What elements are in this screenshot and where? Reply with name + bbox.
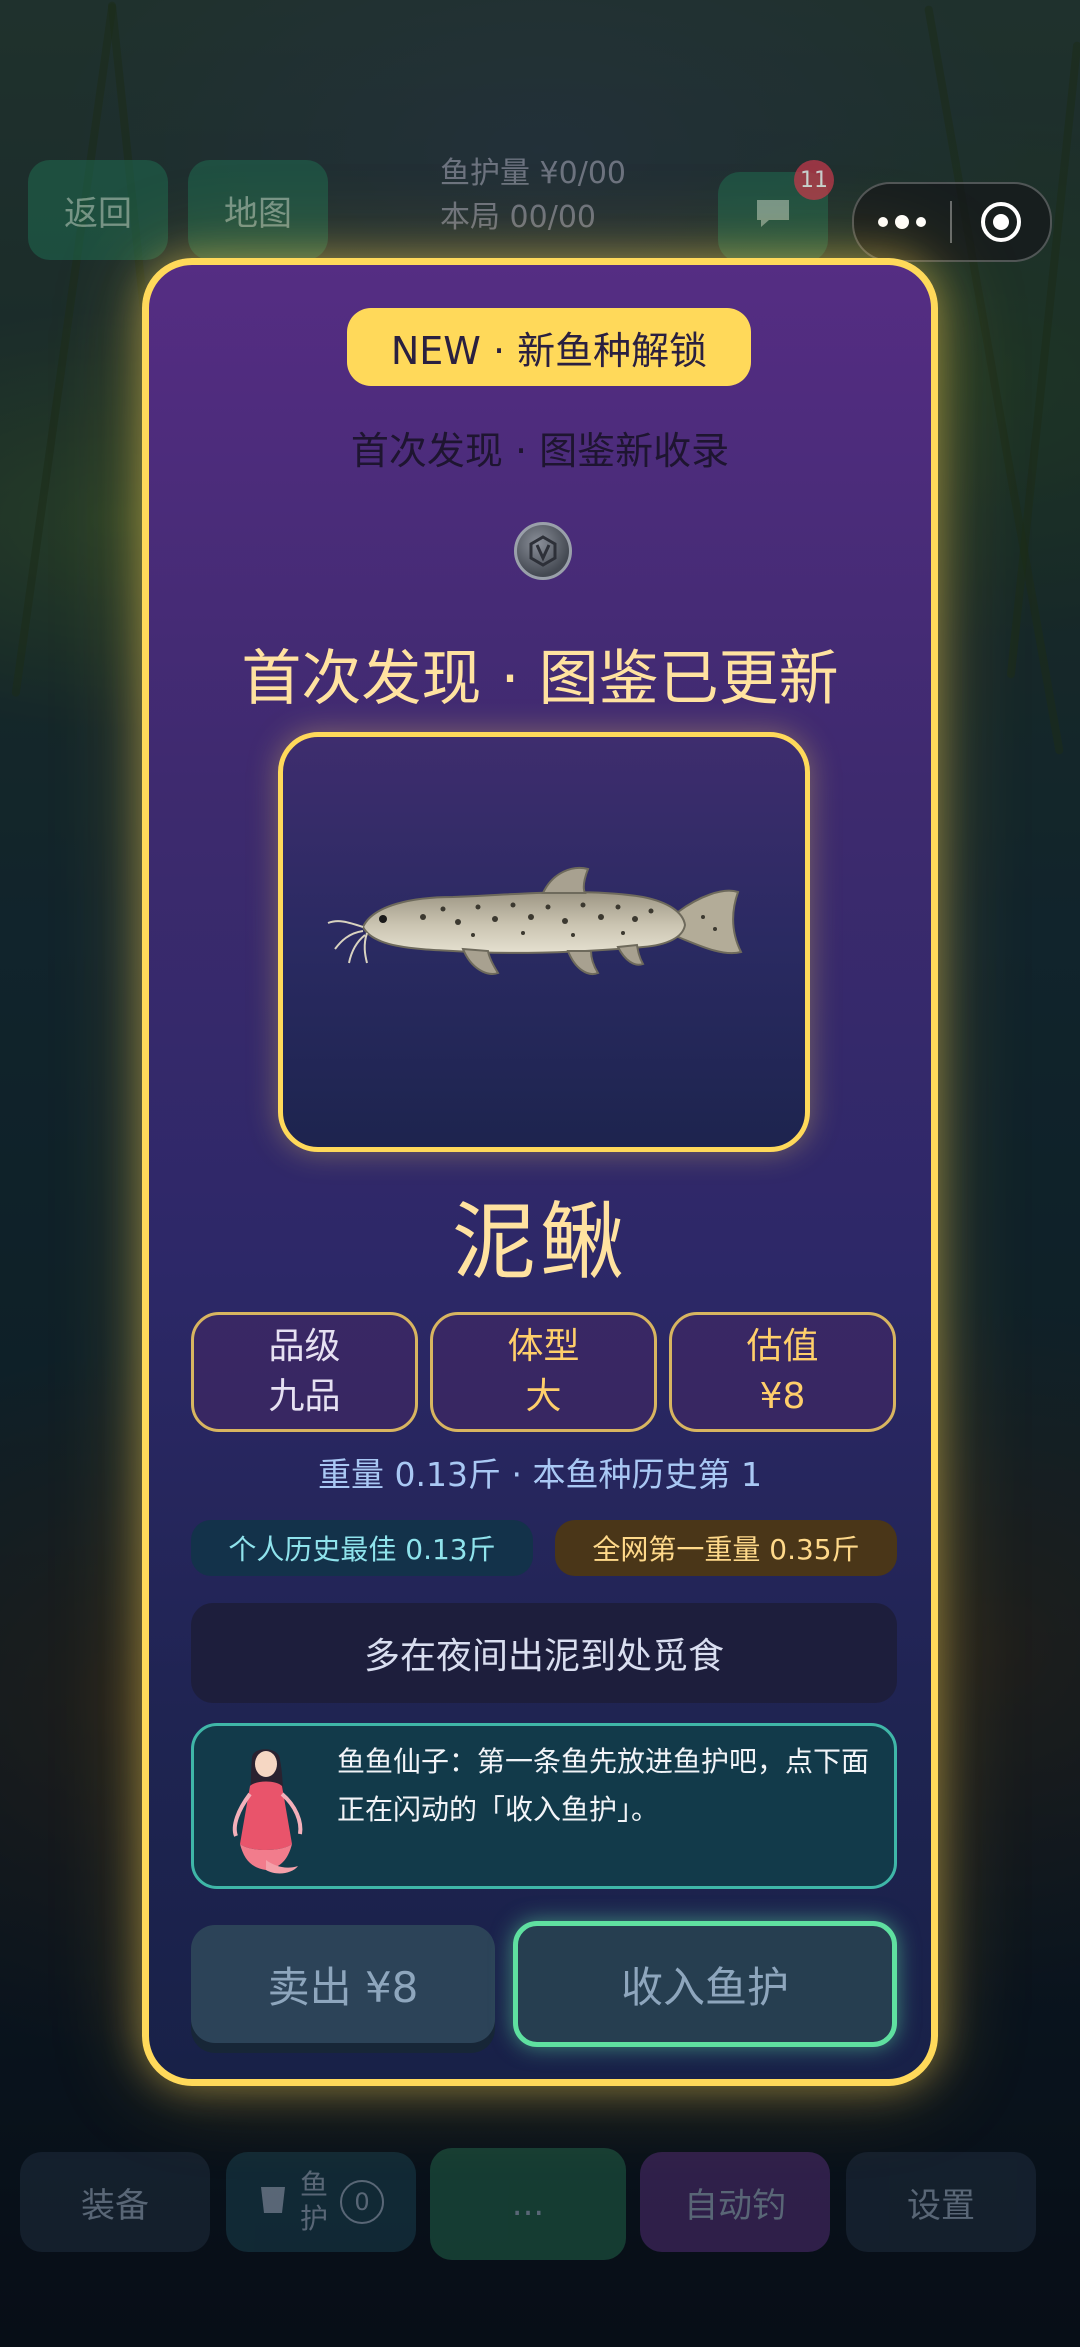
settings-button[interactable]: 设置	[846, 2152, 1036, 2252]
auto-fish-button[interactable]: 自动钓	[640, 2152, 830, 2252]
back-button[interactable]: 返回	[28, 160, 168, 260]
bucket-icon	[258, 2181, 288, 2224]
global-best-badge: 全网第一重量 0.35斤	[555, 1520, 897, 1576]
fairy-guide-box: 鱼鱼仙子：第一条鱼先放进鱼护吧，点下面正在闪动的「收入鱼护」。	[191, 1723, 897, 1889]
miniprogram-capsule	[852, 182, 1052, 262]
cast-button[interactable]: ...	[430, 2148, 626, 2260]
stat-value: 九品	[268, 1376, 341, 1417]
fish-habit-tip: 多在夜间出泥到处觅食	[191, 1603, 897, 1703]
keep-in-creel-button[interactable]: 收入鱼护	[513, 1921, 897, 2047]
notification-badge: 11	[794, 160, 834, 200]
personal-best-badge: 个人历史最佳 0.13斤	[191, 1520, 533, 1576]
stat-grade: 品级 九品	[191, 1312, 418, 1432]
modal-subtitle: 首次发现 · 图鉴新收录	[350, 429, 730, 473]
map-button[interactable]: 地图	[188, 160, 328, 260]
fish-image-frame	[278, 732, 810, 1152]
stat-value: 大	[525, 1376, 562, 1417]
hud-stat-line-2: 本局 00/00	[440, 200, 596, 235]
hud-stat-line-1: 鱼护量 ¥0/00	[440, 156, 626, 191]
creel-button[interactable]: 鱼 护 0	[226, 2152, 416, 2252]
rank-emblem-icon	[514, 522, 572, 580]
new-species-badge: NEW · 新鱼种解锁	[347, 308, 751, 386]
close-miniprogram-icon[interactable]	[952, 200, 1050, 244]
bamboo-stem	[11, 2, 117, 698]
stat-size: 体型 大	[430, 1312, 657, 1432]
stat-label: 估值	[746, 1326, 819, 1367]
creel-count: 0	[340, 2180, 384, 2224]
bamboo-stem	[924, 5, 1064, 755]
stat-value-estimate: 估值 ¥8	[669, 1312, 896, 1432]
equip-button[interactable]: 装备	[20, 2152, 210, 2252]
stat-label: 品级	[268, 1326, 341, 1367]
chat-icon	[753, 196, 793, 239]
new-species-modal: NEW · 新鱼种解锁 首次发现 · 图鉴新收录 首次发现 · 图鉴已更新 泥鳅…	[142, 258, 938, 2086]
creel-label: 鱼 护	[300, 2168, 328, 2236]
fish-name: 泥鳅	[451, 1193, 628, 1291]
creel-label-line-1: 鱼	[299, 2168, 328, 2201]
modal-headline: 首次发现 · 图鉴已更新	[241, 644, 839, 714]
bamboo-stem	[1006, 41, 1080, 679]
equip-label: 装备	[81, 2185, 149, 2226]
fish-fairy-avatar	[232, 1749, 303, 1874]
creel-label-line-2: 护	[299, 2202, 328, 2235]
more-options-icon[interactable]	[854, 215, 950, 229]
loach-fish-image	[327, 867, 743, 975]
stat-value: ¥8	[759, 1376, 806, 1417]
weight-info: 重量 0.13斤 · 本鱼种历史第 1	[318, 1455, 762, 1494]
sell-button[interactable]: 卖出 ¥8	[191, 1925, 495, 2043]
fairy-guide-text: 鱼鱼仙子：第一条鱼先放进鱼护吧，点下面正在闪动的「收入鱼护」。	[337, 1745, 870, 1826]
stat-label: 体型	[507, 1326, 580, 1367]
